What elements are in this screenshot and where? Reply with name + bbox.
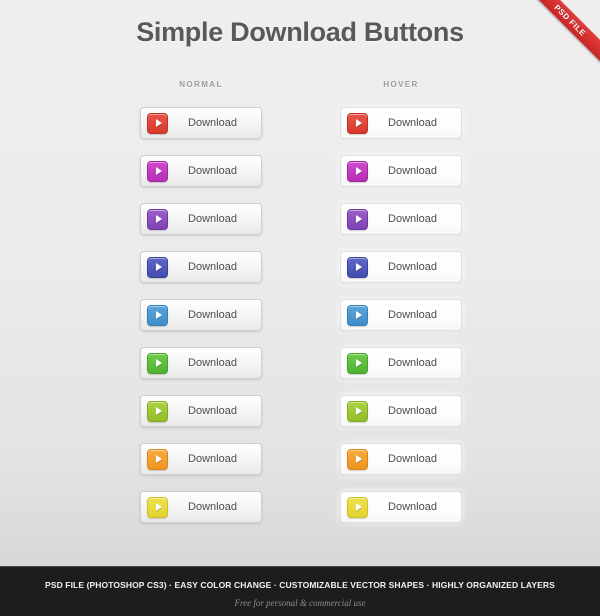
page-canvas: PSD FILE Simple Download Buttons NORMAL …: [0, 0, 600, 616]
play-triangle: [155, 263, 162, 271]
button-row: Download Download: [0, 491, 600, 539]
download-button-light-blue-normal[interactable]: Download: [140, 299, 262, 331]
download-button-label: Download: [388, 117, 437, 129]
download-button-label: Download: [388, 165, 437, 177]
play-triangle: [355, 119, 362, 127]
play-icon: [147, 112, 168, 134]
download-button-orange-normal[interactable]: Download: [140, 443, 262, 475]
play-triangle: [155, 455, 162, 463]
play-triangle: [155, 167, 162, 175]
download-button-purple-hover[interactable]: Download: [340, 203, 462, 235]
play-triangle: [155, 311, 162, 319]
download-button-label: Download: [188, 309, 237, 321]
play-triangle: [155, 503, 162, 511]
play-triangle: [355, 407, 362, 415]
download-button-label: Download: [388, 309, 437, 321]
play-triangle: [355, 263, 362, 271]
play-icon: [147, 496, 168, 518]
download-button-yellow-hover[interactable]: Download: [340, 491, 462, 523]
play-icon: [147, 352, 168, 374]
download-button-light-blue-hover[interactable]: Download: [340, 299, 462, 331]
play-triangle: [355, 455, 362, 463]
footer-features: PSD FILE (PHOTOSHOP CS3) · EASY COLOR CH…: [45, 580, 555, 590]
download-button-label: Download: [188, 117, 237, 129]
play-triangle: [355, 503, 362, 511]
download-button-label: Download: [388, 357, 437, 369]
play-icon: [147, 208, 168, 230]
download-button-label: Download: [388, 213, 437, 225]
play-icon: [147, 160, 168, 182]
button-row: Download Download: [0, 299, 600, 347]
play-icon: [347, 256, 368, 278]
download-button-purple-normal[interactable]: Download: [140, 203, 262, 235]
download-button-blue-violet-hover[interactable]: Download: [340, 251, 462, 283]
download-button-red-normal[interactable]: Download: [140, 107, 262, 139]
download-button-blue-violet-normal[interactable]: Download: [140, 251, 262, 283]
button-row: Download Download: [0, 155, 600, 203]
download-button-label: Download: [188, 165, 237, 177]
download-button-label: Download: [388, 501, 437, 513]
button-row: Download Download: [0, 347, 600, 395]
play-icon: [347, 448, 368, 470]
play-icon: [347, 208, 368, 230]
play-triangle: [155, 215, 162, 223]
play-triangle: [355, 215, 362, 223]
download-button-label: Download: [388, 261, 437, 273]
play-triangle: [355, 311, 362, 319]
button-row: Download Download: [0, 107, 600, 155]
play-icon: [347, 160, 368, 182]
play-triangle: [155, 119, 162, 127]
button-row: Download Download: [0, 203, 600, 251]
download-button-yellow-normal[interactable]: Download: [140, 491, 262, 523]
button-row: Download Download: [0, 395, 600, 443]
column-header-hover: HOVER: [383, 80, 419, 89]
download-button-label: Download: [188, 405, 237, 417]
download-button-magenta-normal[interactable]: Download: [140, 155, 262, 187]
button-row: Download Download: [0, 251, 600, 299]
footer-license: Free for personal & commercial use: [234, 598, 366, 608]
download-button-yellow-green-normal[interactable]: Download: [140, 395, 262, 427]
play-icon: [147, 304, 168, 326]
download-button-label: Download: [188, 501, 237, 513]
play-icon: [347, 304, 368, 326]
page-title: Simple Download Buttons: [136, 17, 464, 47]
play-triangle: [155, 407, 162, 415]
download-button-green-hover[interactable]: Download: [340, 347, 462, 379]
download-button-yellow-green-hover[interactable]: Download: [340, 395, 462, 427]
download-button-label: Download: [188, 357, 237, 369]
play-triangle: [355, 167, 362, 175]
download-button-label: Download: [388, 453, 437, 465]
play-icon: [147, 256, 168, 278]
download-button-label: Download: [388, 405, 437, 417]
column-header-normal: NORMAL: [179, 80, 223, 89]
play-icon: [347, 496, 368, 518]
play-icon: [347, 352, 368, 374]
play-triangle: [155, 359, 162, 367]
download-button-label: Download: [188, 213, 237, 225]
play-triangle: [355, 359, 362, 367]
download-button-label: Download: [188, 261, 237, 273]
play-icon: [347, 112, 368, 134]
download-button-magenta-hover[interactable]: Download: [340, 155, 462, 187]
play-icon: [147, 448, 168, 470]
download-button-label: Download: [188, 453, 237, 465]
download-button-green-normal[interactable]: Download: [140, 347, 262, 379]
download-button-orange-hover[interactable]: Download: [340, 443, 462, 475]
button-row: Download Download: [0, 443, 600, 491]
play-icon: [347, 400, 368, 422]
footer-bar: PSD FILE (PHOTOSHOP CS3) · EASY COLOR CH…: [0, 566, 600, 616]
button-grid: Download Download Download Download Download…: [0, 107, 600, 539]
play-icon: [147, 400, 168, 422]
download-button-red-hover[interactable]: Download: [340, 107, 462, 139]
